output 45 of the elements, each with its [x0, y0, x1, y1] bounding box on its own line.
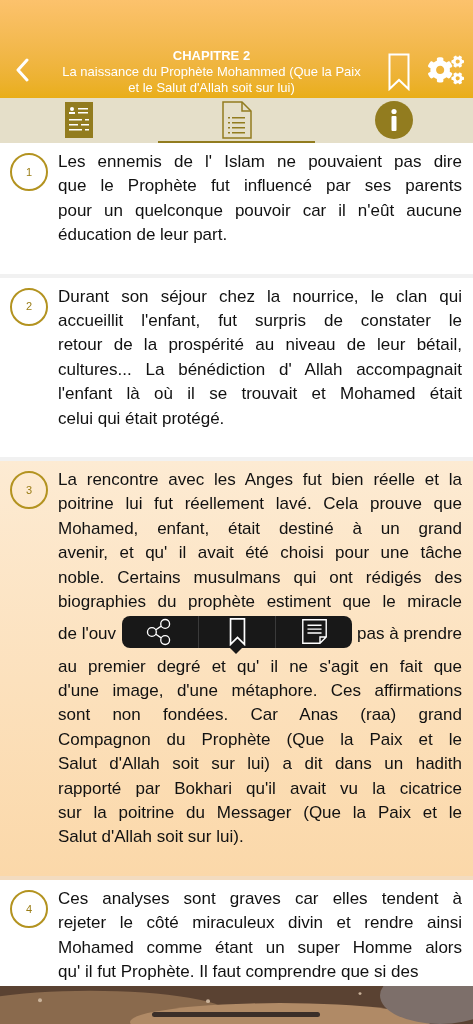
paragraph-number: 2 — [10, 287, 48, 326]
paragraph-text: sur la poitrine du Messager (Que la Paix et le — [58, 801, 462, 824]
paragraph-text: noble. Certains musulmans qui ont rédigés des — [58, 566, 462, 589]
chapter-label: CHAPITRE 2 — [172, 48, 251, 64]
paragraph-text: poitrine lui fut réellement lavé. Cela prouve que — [58, 493, 462, 516]
paragraph-text: pas à prendre — [357, 623, 462, 646]
paragraph-text: Salut d'Allah soit sur lui). — [58, 826, 245, 849]
paragraph-number: 4 — [10, 889, 48, 928]
paragraph-text: sont non fondées. Car Anas (raa) grand — [58, 704, 462, 727]
bookmark-icon — [388, 53, 410, 91]
paragraph-text: l'enfant là où il se trouvait et Mohamed était — [58, 383, 462, 406]
document-list-icon — [221, 100, 252, 139]
paragraph-text: de l'ouv — [58, 623, 117, 646]
paragraph-text: biographies du prophète estiment que le miracle — [58, 591, 462, 614]
paragraph-text: cultures... La bénédiction d' Allah accompagnait — [58, 358, 462, 381]
note-icon — [301, 619, 327, 644]
paragraph-text: accueillit l'enfant, fut surpris de constater le — [58, 310, 462, 333]
paragraph-text: Mohamed comme étant un super Homme alors — [58, 936, 462, 959]
paragraph-text: qu' il fut Prophète. Il faut comprendre que si des — [58, 960, 420, 983]
paragraph-text: éducation de leur part. — [58, 224, 229, 247]
paragraph-text: d'une image, d'une métaphore. Ces affirmations — [58, 679, 462, 702]
info-icon — [375, 100, 414, 139]
paragraph-text: celui qui était protégé. — [58, 407, 226, 430]
paragraph-text: Mohamed, enfant, était destiné à un grand — [58, 517, 462, 540]
paragraph-text: que le Prophète fut influencé par ses parents — [58, 175, 462, 198]
paragraph-text: avenir, et qu' il avait été choisi pour une tâche — [58, 542, 462, 565]
contact-sheet-icon — [64, 101, 93, 138]
popup-pointer — [229, 646, 243, 654]
paragraph-text: Compagnon du Prophète (Que la Paix et le — [58, 728, 462, 751]
back-chevron-icon — [15, 58, 29, 82]
paragraph-text: au premier degré et qu' il ne s'agit en fait que — [58, 655, 462, 678]
chapter-title: La naissance du Prophète Mohammed (Que la Paix et le Salut d'Allah soit sur lui) — [61, 64, 362, 96]
paragraph-row[interactable] — [0, 461, 473, 880]
paragraph-text: retour de la prospérité au niveau de leur bétail, — [58, 334, 462, 357]
paragraph-text: rejeter le côté miraculeux divin et rendre ainsi — [58, 912, 462, 935]
paragraph-text: Durant son séjour chez la nourrice, le clan qui — [58, 285, 462, 308]
paragraph-number: 1 — [10, 153, 48, 191]
paragraph-text: pour un quelconque pouvoir car il n'eût aucune — [58, 199, 462, 222]
paragraph-text: La rencontre avec les Anges fut bien réelle et la — [58, 469, 462, 492]
paragraph-text: Salut d'Allah soit sur lui) a dit dans un hadith — [58, 753, 462, 776]
paragraph-number: 3 — [10, 471, 48, 510]
paragraph-text: Ces analyses sont graves car elles tendent à — [58, 887, 462, 910]
paragraph-text: Les ennemis de l' Islam ne pouvaient pas dire — [58, 151, 462, 173]
paragraph-text: rapporté par Bokhari qu'il avait vu la cicatrice — [58, 777, 462, 800]
bookmark-icon — [228, 617, 246, 646]
